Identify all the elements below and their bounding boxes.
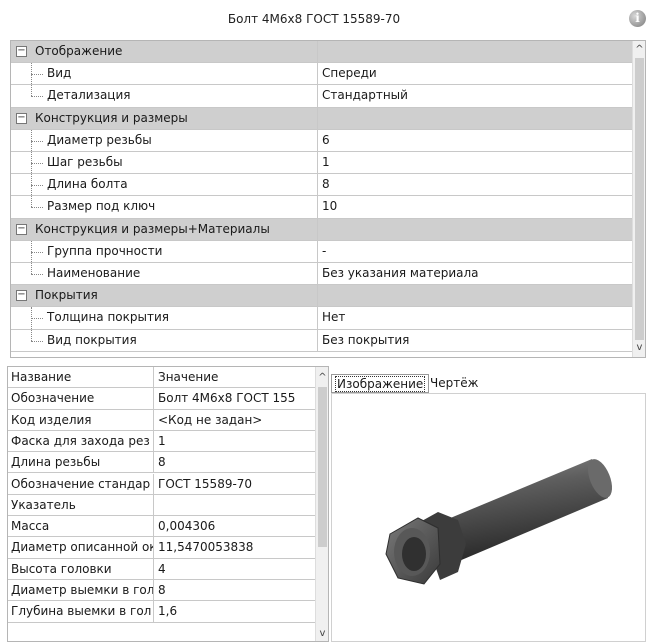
property-row[interactable]: Группа прочности - [11,240,635,263]
param-name-cell: Глубина выемки в гол [8,601,154,622]
table-row[interactable]: Код изделия <Код не задан> [8,409,316,431]
property-category-row[interactable]: − Покрытия [11,285,635,308]
param-name-cell: Высота головки [8,558,154,579]
preview-panel: Изображение Чертёж [331,366,646,642]
table-row[interactable]: Обозначение стандар ГОСТ 15589-70 [8,473,316,495]
property-row[interactable]: Длина болта 8 [11,174,635,197]
property-row[interactable]: Наименование Без указания материала [11,263,635,286]
param-name-cell: Длина резьбы [8,452,154,473]
scrollbar-thumb[interactable] [635,58,644,340]
property-category-row[interactable]: − Конструкция и размеры [11,107,635,130]
param-name-cell: Обозначение [8,388,154,409]
param-name-cell: Диаметр выемки в гол [8,580,154,601]
table-row[interactable]: Обозначение Болт 4М6х8 ГОСТ 155 [8,388,316,410]
bolt-image [385,459,613,585]
table-row[interactable]: Высота головки 4 [8,558,316,580]
table-header-row: Название Значение [8,367,316,389]
property-value[interactable]: Стандартный [319,85,635,106]
param-value-cell[interactable] [155,494,316,516]
property-value [319,285,635,306]
property-value[interactable]: - [319,241,635,262]
param-value-cell[interactable]: 4 [155,558,316,579]
bolt-properties-window: Болт 4М6х8 ГОСТ 15589-70 i Вид покрытия Б… [0,0,646,642]
tab-image-label: Изображение [335,376,426,392]
property-value[interactable]: Спереди [319,63,635,84]
property-value [319,108,635,129]
param-name-cell: Диаметр описанной ок [8,537,154,558]
tab-image[interactable]: Изображение [331,374,430,393]
scroll-up-arrow-icon[interactable]: ^ [316,371,328,385]
param-value-cell[interactable]: 1,6 [155,601,316,622]
property-category-row[interactable]: − Отображение [11,41,635,64]
tab-drawing[interactable]: Чертёж [427,374,481,393]
property-value[interactable]: Нет [319,307,635,328]
scrollbar-thumb[interactable] [318,387,327,547]
property-row[interactable]: Размер под ключ 10 [11,196,635,219]
property-value[interactable]: 10 [319,196,635,217]
property-label: Вид [11,63,318,85]
property-label: Покрытия [11,285,318,307]
scroll-down-arrow-icon[interactable]: v [633,341,645,355]
property-label: Диаметр резьбы [11,129,318,151]
property-label: Конструкция и размеры [11,107,318,129]
param-value-cell[interactable]: 11,5470053838 [155,537,316,558]
scroll-up-arrow-icon[interactable]: ^ [633,43,645,57]
table-row[interactable]: Диаметр описанной ок 11,5470053838 [8,537,316,559]
param-value-cell[interactable]: 8 [155,580,316,601]
property-value[interactable]: 1 [319,152,635,173]
param-value-cell[interactable]: Болт 4М6х8 ГОСТ 155 [155,388,316,409]
table-row[interactable]: Диаметр выемки в гол 8 [8,580,316,602]
bolt-head-recess-inner [402,537,426,571]
property-value[interactable]: 6 [319,130,635,151]
tab-drawing-label: Чертёж [430,376,479,390]
info-icon[interactable]: i [629,10,646,27]
param-name-cell: Код изделия [8,409,154,430]
parameters-table: Глубина выемки в гол 1,6 Диаметр выемки в … [7,366,329,642]
param-name-cell: Указатель [8,494,154,516]
property-row[interactable]: Шаг резьбы 1 [11,152,635,175]
property-label: Вид покрытия [11,329,318,351]
window-title: Болт 4М6х8 ГОСТ 15589-70 [227,12,401,26]
table-row[interactable]: Масса 0,004306 [8,516,316,538]
property-value[interactable]: Без указания материала [319,263,635,284]
property-label: Детализация [11,85,318,107]
bolt-3d-view[interactable] [331,393,646,642]
property-label: Группа прочности [11,240,318,262]
property-value[interactable]: 8 [319,174,635,195]
property-label: Шаг резьбы [11,152,318,174]
param-value-cell[interactable]: <Код не задан> [155,409,316,430]
property-label: Длина болта [11,174,318,196]
property-value[interactable]: Без покрытия [319,330,635,351]
property-label: Толщина покрытия [11,307,318,329]
param-value-cell[interactable]: ГОСТ 15589-70 [155,473,316,494]
table-row[interactable]: Длина резьбы 8 [8,452,316,474]
property-label: Наименование [11,263,318,285]
param-value-cell[interactable]: 0,004306 [155,516,316,537]
property-row[interactable]: Толщина покрытия Нет [11,307,635,330]
property-value [319,41,635,62]
property-label: Отображение [11,41,318,63]
param-name-cell: Фаска для захода рез [8,430,154,452]
scroll-down-arrow-icon[interactable]: v [316,627,328,641]
parameters-table-scrollbar[interactable]: ^ v [315,367,328,641]
column-header-value: Значение [155,367,316,388]
param-value-cell[interactable]: 8 [155,452,316,473]
property-row[interactable]: Вид Спереди [11,63,635,86]
column-header-name: Название [8,367,154,388]
param-name-cell: Масса [8,516,154,537]
property-category-row[interactable]: − Конструкция и размеры+Материалы [11,218,635,241]
table-row[interactable]: Глубина выемки в гол 1,6 [8,601,316,623]
property-row[interactable]: Детализация Стандартный [11,85,635,108]
table-row[interactable]: Указатель [8,494,316,517]
property-row[interactable]: Диаметр резьбы 6 [11,129,635,152]
property-row[interactable]: Вид покрытия Без покрытия [11,329,635,352]
property-grid[interactable]: Вид покрытия Без покрытия Толщина покрытия… [10,40,646,358]
property-value [319,219,635,240]
param-name-cell: Обозначение стандар [8,473,154,494]
property-grid-scrollbar[interactable]: ^ v [632,41,645,357]
property-label: Размер под ключ [11,196,318,218]
property-label: Конструкция и размеры+Материалы [11,218,318,240]
table-row[interactable]: Фаска для захода рез 1 [8,430,316,453]
param-value-cell[interactable]: 1 [155,430,316,452]
